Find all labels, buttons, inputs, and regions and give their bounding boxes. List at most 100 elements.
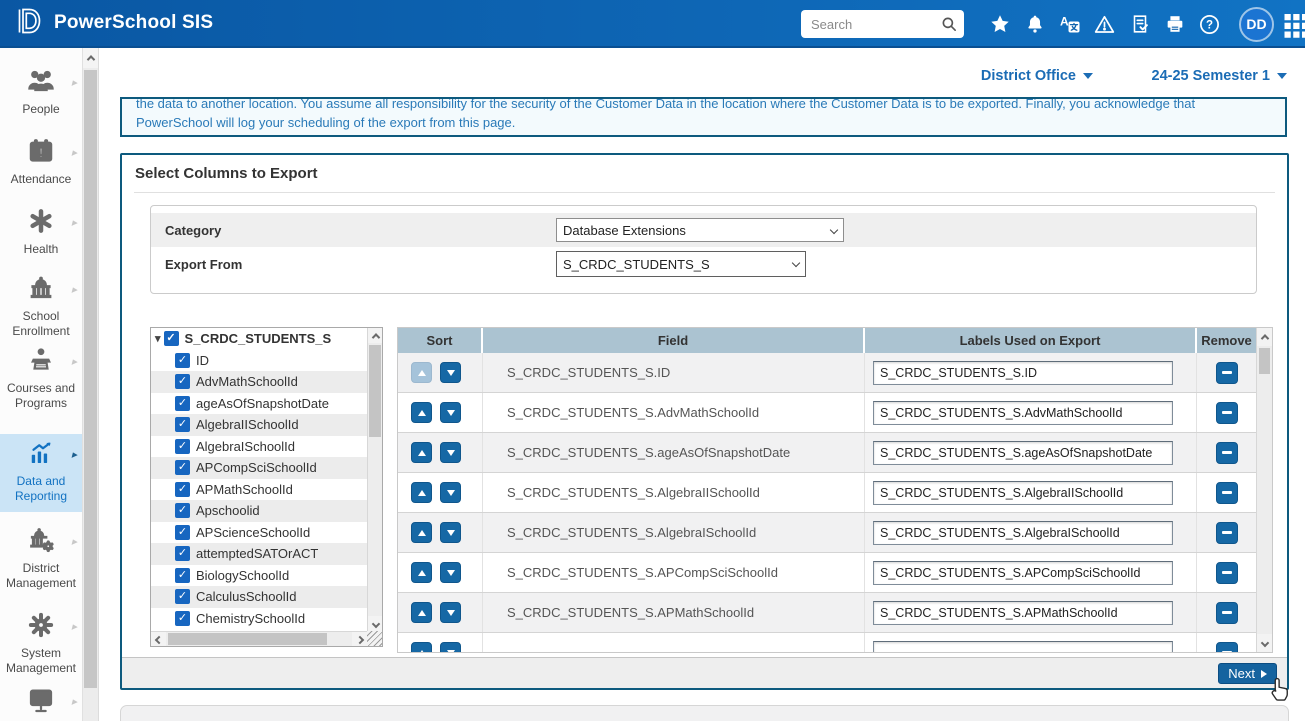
user-avatar[interactable]: DD: [1239, 7, 1274, 42]
scroll-up-icon[interactable]: [1257, 328, 1273, 346]
tree-item[interactable]: ✓BiologySchoolId: [151, 565, 367, 587]
remove-column-button[interactable]: [1216, 602, 1238, 624]
tree-collapse-icon[interactable]: ▾: [155, 332, 161, 345]
resize-grip[interactable]: [367, 631, 382, 646]
tree-horizontal-scrollbar[interactable]: [151, 631, 367, 646]
export-from-select[interactable]: S_CRDC_STUDENTS_S: [556, 251, 806, 277]
alerts-warning-icon[interactable]: [1087, 7, 1122, 42]
next-button[interactable]: Next: [1218, 663, 1277, 684]
category-select[interactable]: Database Extensions: [556, 218, 844, 242]
checkbox-checked[interactable]: ✓: [175, 439, 190, 454]
scrollbar-thumb[interactable]: [168, 633, 327, 645]
report-queue-icon[interactable]: [1122, 7, 1157, 42]
remove-column-button[interactable]: [1216, 362, 1238, 384]
sort-up-button[interactable]: [411, 442, 432, 463]
print-icon[interactable]: [1157, 7, 1192, 42]
scrollbar-thumb[interactable]: [369, 345, 381, 437]
checkbox-checked[interactable]: ✓: [175, 396, 190, 411]
scrollbar-thumb[interactable]: [1259, 348, 1270, 374]
tree-vertical-scrollbar[interactable]: [367, 328, 382, 631]
sort-down-button[interactable]: [440, 602, 461, 623]
tree-item[interactable]: ✓attemptedSATOrACT: [151, 543, 367, 565]
remove-column-button[interactable]: [1216, 402, 1238, 424]
sort-up-button[interactable]: [411, 602, 432, 623]
table-vertical-scrollbar[interactable]: [1256, 328, 1272, 652]
tree-item[interactable]: ✓AlgebraIISchoolId: [151, 414, 367, 436]
favorites-star-icon[interactable]: [982, 7, 1017, 42]
remove-column-button[interactable]: [1216, 562, 1238, 584]
tree-item[interactable]: ✓APCompSciSchoolId: [151, 457, 367, 479]
term-selector[interactable]: 24-25 Semester 1: [1152, 68, 1288, 84]
sidebar-item-data-and-reporting[interactable]: ▸Data and Reporting: [0, 434, 82, 512]
sort-up-button[interactable]: [411, 402, 432, 423]
sort-down-button[interactable]: [440, 402, 461, 423]
sort-up-button[interactable]: [411, 642, 432, 652]
sidebar-item-district-management[interactable]: ▸District Management: [0, 521, 82, 591]
checkbox-checked[interactable]: ✓: [175, 503, 190, 518]
sidebar-item-people[interactable]: ▸People: [0, 62, 82, 117]
export-label-input[interactable]: [873, 361, 1173, 385]
export-label-input[interactable]: [873, 561, 1173, 585]
translate-icon[interactable]: A: [1052, 7, 1087, 42]
tree-item[interactable]: ✓AlgebraISchoolId: [151, 436, 367, 458]
checkbox-checked[interactable]: ✓: [175, 417, 190, 432]
checkbox-checked[interactable]: ✓: [175, 374, 190, 389]
sidebar-item-system-management[interactable]: ▸System Management: [0, 606, 82, 676]
export-label-input[interactable]: [873, 481, 1173, 505]
sort-down-button[interactable]: [440, 642, 461, 652]
sort-up-button[interactable]: [411, 522, 432, 543]
tree-item[interactable]: ✓Apschoolid: [151, 500, 367, 522]
sort-down-button[interactable]: [440, 362, 461, 383]
tree-item[interactable]: ✓ageAsOfSnapshotDate: [151, 393, 367, 415]
scroll-down-icon[interactable]: [1257, 634, 1273, 652]
scroll-up-icon[interactable]: [368, 328, 383, 343]
sidebar-item-attendance[interactable]: ▸!Attendance: [0, 132, 82, 187]
checkbox-checked[interactable]: ✓: [175, 482, 190, 497]
school-selector[interactable]: District Office: [981, 68, 1093, 84]
sidebar-item-health[interactable]: ▸Health: [0, 202, 82, 257]
tree-root-row[interactable]: ▾✓S_CRDC_STUDENTS_S: [151, 328, 367, 350]
tree-item[interactable]: ✓CalculusSchoolId: [151, 586, 367, 608]
export-label-input[interactable]: [873, 401, 1173, 425]
tree-item[interactable]: ✓AdvMathSchoolId: [151, 371, 367, 393]
export-label-input[interactable]: [873, 521, 1173, 545]
checkbox-checked[interactable]: ✓: [175, 460, 190, 475]
export-label-input[interactable]: [873, 601, 1173, 625]
search-icon[interactable]: [940, 15, 958, 33]
checkbox-checked[interactable]: ✓: [175, 611, 190, 626]
sort-up-button[interactable]: [411, 362, 432, 383]
sidebar-item-school-enrollment[interactable]: ▸School Enrollment: [0, 269, 82, 339]
sidebar-item-courses-and-programs[interactable]: ▸Courses and Programs: [0, 341, 82, 411]
checkbox-checked[interactable]: ✓: [175, 525, 190, 540]
checkbox-checked[interactable]: ✓: [175, 546, 190, 561]
scroll-down-icon[interactable]: [368, 616, 383, 631]
scrollbar-thumb[interactable]: [84, 70, 97, 688]
remove-column-button[interactable]: [1216, 442, 1238, 464]
tree-item[interactable]: ✓ChemistrySchoolId: [151, 608, 367, 630]
remove-column-button[interactable]: [1216, 482, 1238, 504]
help-icon[interactable]: ?: [1192, 7, 1227, 42]
checkbox-checked[interactable]: ✓: [175, 568, 190, 583]
sidebar-item-monitor[interactable]: ▸: [0, 681, 82, 721]
scroll-left-icon[interactable]: [151, 632, 166, 647]
remove-column-button[interactable]: [1216, 642, 1238, 653]
notifications-bell-icon[interactable]: [1017, 7, 1052, 42]
tree-item[interactable]: ✓APMathSchoolId: [151, 479, 367, 501]
scroll-right-icon[interactable]: [352, 632, 367, 647]
tree-item[interactable]: ✓ID: [151, 350, 367, 372]
checkbox-checked[interactable]: ✓: [164, 331, 179, 346]
apps-grid-icon[interactable]: [1282, 9, 1305, 39]
sort-down-button[interactable]: [440, 482, 461, 503]
sort-up-button[interactable]: [411, 482, 432, 503]
main-scrollbar[interactable]: [82, 48, 99, 721]
export-label-input[interactable]: [873, 441, 1173, 465]
checkbox-checked[interactable]: ✓: [175, 589, 190, 604]
sort-up-button[interactable]: [411, 562, 432, 583]
scroll-up-icon[interactable]: [83, 48, 98, 68]
checkbox-checked[interactable]: ✓: [175, 353, 190, 368]
sort-down-button[interactable]: [440, 442, 461, 463]
sort-down-button[interactable]: [440, 562, 461, 583]
remove-column-button[interactable]: [1216, 522, 1238, 544]
export-label-input[interactable]: [873, 641, 1173, 653]
sort-down-button[interactable]: [440, 522, 461, 543]
